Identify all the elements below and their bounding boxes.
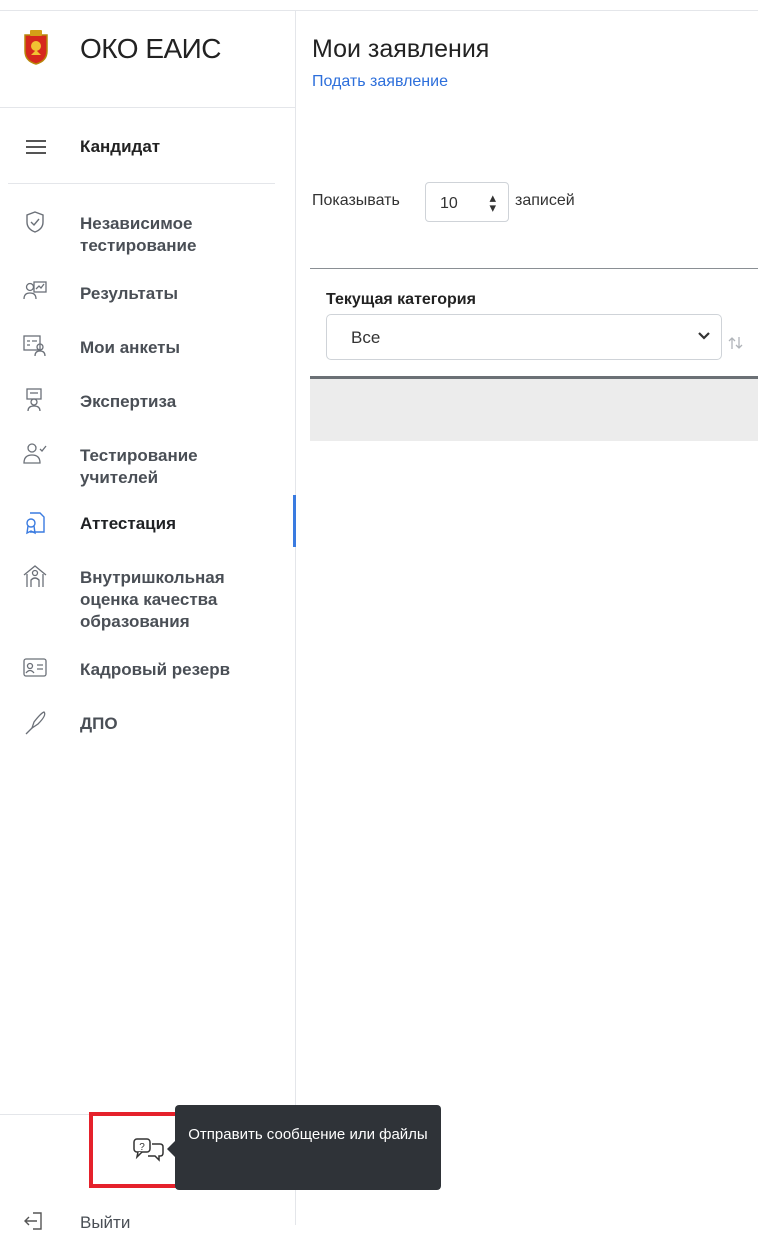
id-card-icon — [23, 658, 47, 677]
category-filter-value: Все — [351, 328, 381, 347]
page-length-value: 10 — [440, 195, 458, 212]
brand-header[interactable]: ОКО ЕАИС — [0, 11, 295, 108]
logout-link[interactable]: Выйти — [0, 1209, 295, 1239]
sidebar-item-label: Кадровый резерв — [80, 660, 231, 679]
sidebar-item-my-questionnaires[interactable]: Мои анкеты — [0, 333, 295, 363]
logout-label: Выйти — [80, 1213, 131, 1232]
brand-name: ОКО ЕАИС — [80, 33, 222, 64]
menu-icon[interactable] — [26, 139, 46, 155]
page-length-select[interactable]: 10 ▴ ▾ — [425, 182, 509, 222]
page-title: Мои заявления — [312, 35, 490, 63]
role-selector[interactable]: Кандидат — [0, 107, 295, 183]
sidebar: ОКО ЕАИС Кандидат Независимое тестирован… — [0, 10, 296, 1232]
sidebar-item-independent-testing[interactable]: Независимое тестирование — [0, 209, 295, 259]
sidebar-item-label: Внутришкольная оценка качества образован… — [80, 568, 225, 631]
sidebar-item-expertise[interactable]: Экспертиза — [0, 387, 295, 417]
sidebar-item-label: Результаты — [80, 284, 179, 303]
sidebar-item-dpo[interactable]: ДПО — [0, 709, 295, 739]
logout-icon — [24, 1212, 42, 1230]
sort-icon[interactable] — [728, 335, 744, 351]
sidebar-item-label: Мои анкеты — [80, 338, 181, 357]
divider — [8, 183, 275, 184]
sidebar-item-school-quality-assessment[interactable]: Внутришкольная оценка качества образован… — [0, 563, 295, 637]
sidebar-item-label: Аттестация — [80, 514, 176, 533]
school-icon — [23, 565, 47, 587]
sidebar-item-label: Экспертиза — [80, 392, 177, 411]
sort-caret-icon: ▴ ▾ — [489, 190, 496, 215]
sidebar-item-label: Тестирование учителей — [80, 446, 198, 487]
records-label: записей — [515, 192, 575, 209]
role-label: Кандидат — [80, 137, 161, 156]
chevron-down-icon — [698, 332, 710, 340]
column-header-current-category: Текущая категория — [326, 291, 476, 308]
submit-application-link[interactable]: Подать заявление — [312, 73, 448, 91]
table-empty-row — [310, 379, 758, 441]
sidebar-item-personnel-reserve[interactable]: Кадровый резерв — [0, 655, 295, 685]
category-filter-select[interactable]: Все — [326, 314, 722, 360]
coat-of-arms-logo — [24, 30, 48, 65]
main-content: Мои заявления Подать заявление Показыват… — [296, 10, 758, 1226]
pen-icon — [25, 711, 46, 735]
sidebar-item-certification[interactable]: Аттестация — [0, 509, 295, 539]
certification-icon — [26, 512, 45, 535]
sidebar-item-label: ДПО — [80, 714, 118, 733]
results-icon — [23, 281, 47, 300]
sidebar-item-label: Независимое тестирование — [80, 214, 197, 255]
shield-check-icon — [26, 211, 44, 233]
user-check-icon — [23, 443, 47, 464]
show-label: Показывать — [312, 192, 400, 209]
table-top-border — [310, 268, 758, 269]
questionnaire-icon — [23, 335, 46, 357]
sidebar-item-teacher-testing[interactable]: Тестирование учителей — [0, 441, 295, 491]
sidebar-item-results[interactable]: Результаты — [0, 279, 295, 309]
expertise-icon — [26, 388, 42, 412]
